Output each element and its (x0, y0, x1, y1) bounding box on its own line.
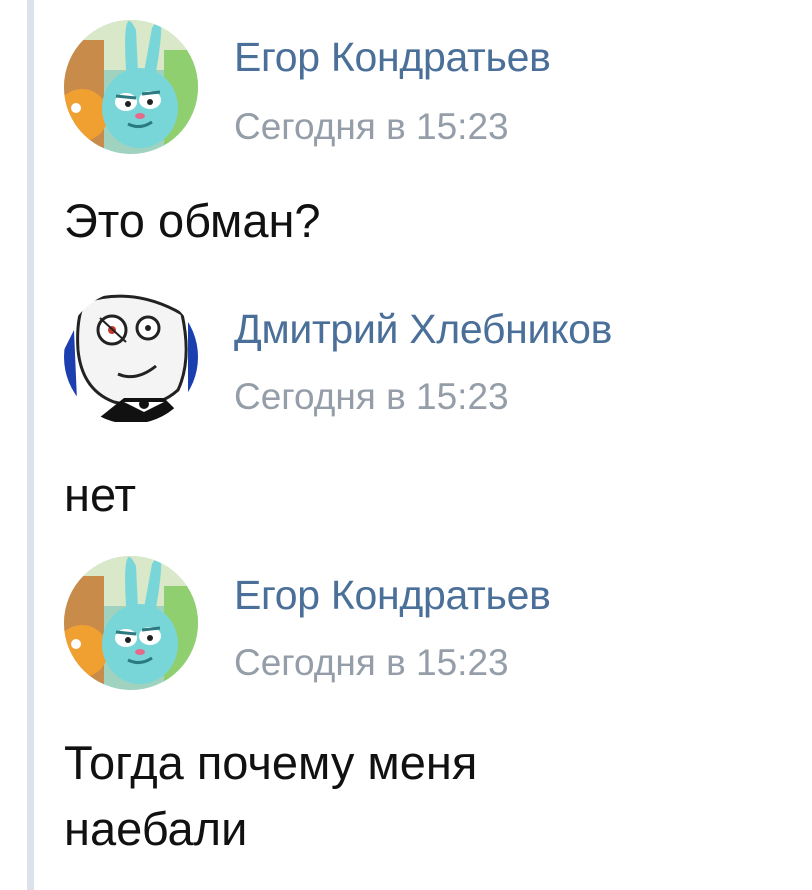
comment-text: нет (64, 468, 137, 521)
author-avatar[interactable] (64, 290, 198, 424)
thread-rail (27, 0, 34, 890)
author-name[interactable]: Егор Кондратьев (234, 34, 551, 81)
comment-thread: Егор Кондратьев Сегодня в 15:23 Это обма… (0, 0, 812, 890)
author-name[interactable]: Егор Кондратьев (234, 572, 551, 619)
author-name[interactable]: Дмитрий Хлебников (234, 306, 612, 353)
author-avatar[interactable] (64, 556, 198, 690)
comment-text: Это обман? (64, 194, 321, 247)
author-avatar[interactable] (64, 20, 198, 154)
comment-timestamp[interactable]: Сегодня в 15:23 (234, 376, 509, 418)
krosh-avatar-icon (64, 20, 198, 154)
comment-timestamp[interactable]: Сегодня в 15:23 (234, 106, 509, 148)
comment-timestamp[interactable]: Сегодня в 15:23 (234, 642, 509, 684)
rage-face-avatar-icon (64, 290, 198, 424)
comment-text: Тогда почему меня наебали (64, 736, 478, 855)
krosh-avatar-icon (64, 556, 198, 690)
